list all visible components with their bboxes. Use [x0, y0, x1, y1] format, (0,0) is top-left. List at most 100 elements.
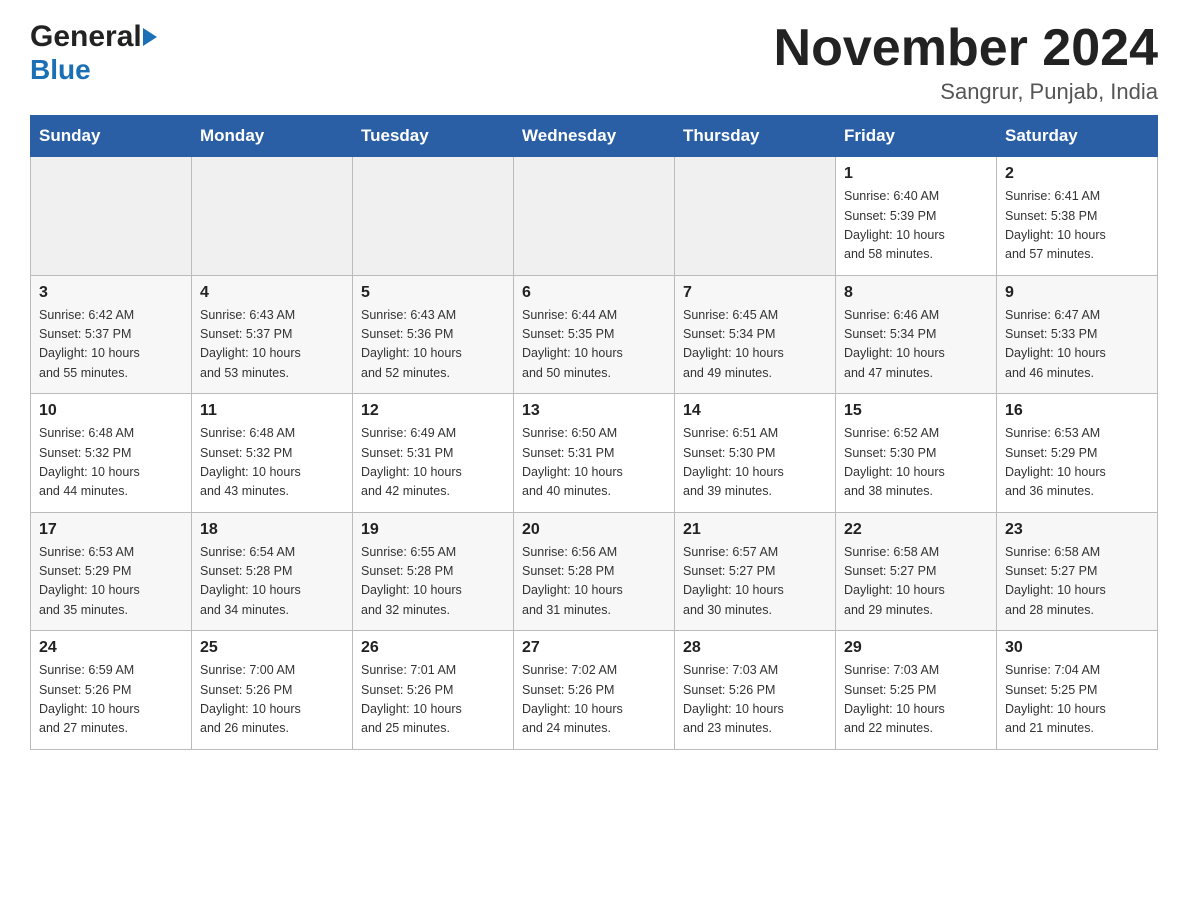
calendar-cell: 5Sunrise: 6:43 AM Sunset: 5:36 PM Daylig…: [353, 275, 514, 394]
day-number: 11: [200, 402, 344, 420]
day-info: Sunrise: 6:50 AM Sunset: 5:31 PM Dayligh…: [522, 424, 666, 502]
day-number: 21: [683, 521, 827, 539]
calendar-cell: 13 Sunrise: 6:50 AM Sunset: 5:31 PM Dayli…: [514, 394, 675, 513]
calendar-week-row: 10 Sunrise: 6:48 AM Sunset: 5:32 PM Dayli…: [31, 394, 1158, 513]
day-number: 25: [200, 639, 344, 657]
calendar-cell: 26 Sunrise: 7:01 AM Sunset: 5:26 PM Dayli…: [353, 631, 514, 750]
calendar-cell: 6 Sunrise: 6:44 AM Sunset: 5:35 PM Daylig…: [514, 275, 675, 394]
weekday-header-saturday: Saturday: [997, 116, 1158, 157]
day-info: Sunrise: 7:03 AM Sunset: 5:26 PM Dayligh…: [683, 661, 827, 739]
day-number: 9: [1005, 284, 1149, 302]
weekday-header-sunday: Sunday: [31, 116, 192, 157]
calendar-cell: 28 Sunrise: 7:03 AM Sunset: 5:26 PM Dayli…: [675, 631, 836, 750]
day-number: 28: [683, 639, 827, 657]
day-number: 12: [361, 402, 505, 420]
day-number: 3: [39, 284, 183, 302]
day-number: 17: [39, 521, 183, 539]
weekday-header-thursday: Thursday: [675, 116, 836, 157]
day-number: 22: [844, 521, 988, 539]
calendar-cell: 12 Sunrise: 6:49 AM Sunset: 5:31 PM Dayli…: [353, 394, 514, 513]
day-info: Sunrise: 6:56 AM Sunset: 5:28 PM Dayligh…: [522, 543, 666, 621]
calendar-cell: 11Sunrise: 6:48 AM Sunset: 5:32 PM Dayli…: [192, 394, 353, 513]
calendar-header: SundayMondayTuesdayWednesdayThursdayFrid…: [31, 116, 1158, 157]
day-number: 19: [361, 521, 505, 539]
calendar-cell: 3 Sunrise: 6:42 AM Sunset: 5:37 PM Daylig…: [31, 275, 192, 394]
calendar-cell: 17 Sunrise: 6:53 AM Sunset: 5:29 PM Dayli…: [31, 512, 192, 631]
calendar-cell: [31, 157, 192, 276]
calendar-body: 1Sunrise: 6:40 AM Sunset: 5:39 PM Daylig…: [31, 157, 1158, 750]
day-info: Sunrise: 6:58 AM Sunset: 5:27 PM Dayligh…: [1005, 543, 1149, 621]
day-info: Sunrise: 6:45 AM Sunset: 5:34 PM Dayligh…: [683, 306, 827, 384]
day-info: Sunrise: 6:49 AM Sunset: 5:31 PM Dayligh…: [361, 424, 505, 502]
calendar-cell: 2 Sunrise: 6:41 AM Sunset: 5:38 PM Daylig…: [997, 157, 1158, 276]
day-number: 4: [200, 284, 344, 302]
page-header: General Blue November 2024 Sangrur, Punj…: [30, 20, 1158, 105]
weekday-header-row: SundayMondayTuesdayWednesdayThursdayFrid…: [31, 116, 1158, 157]
calendar-cell: 18 Sunrise: 6:54 AM Sunset: 5:28 PM Dayli…: [192, 512, 353, 631]
calendar-cell: [514, 157, 675, 276]
day-info: Sunrise: 7:01 AM Sunset: 5:26 PM Dayligh…: [361, 661, 505, 739]
day-number: 30: [1005, 639, 1149, 657]
calendar-cell: [353, 157, 514, 276]
day-info: Sunrise: 6:53 AM Sunset: 5:29 PM Dayligh…: [39, 543, 183, 621]
day-info: Sunrise: 6:42 AM Sunset: 5:37 PM Dayligh…: [39, 306, 183, 384]
logo-triangle-icon: [143, 28, 157, 46]
day-number: 24: [39, 639, 183, 657]
calendar-cell: 9Sunrise: 6:47 AM Sunset: 5:33 PM Daylig…: [997, 275, 1158, 394]
day-info: Sunrise: 6:51 AM Sunset: 5:30 PM Dayligh…: [683, 424, 827, 502]
calendar-cell: 23Sunrise: 6:58 AM Sunset: 5:27 PM Dayli…: [997, 512, 1158, 631]
weekday-header-wednesday: Wednesday: [514, 116, 675, 157]
day-number: 7: [683, 284, 827, 302]
day-number: 26: [361, 639, 505, 657]
calendar-week-row: 24 Sunrise: 6:59 AM Sunset: 5:26 PM Dayli…: [31, 631, 1158, 750]
calendar-cell: 21Sunrise: 6:57 AM Sunset: 5:27 PM Dayli…: [675, 512, 836, 631]
day-info: Sunrise: 6:55 AM Sunset: 5:28 PM Dayligh…: [361, 543, 505, 621]
day-number: 2: [1005, 165, 1149, 183]
location-subtitle: Sangrur, Punjab, India: [774, 79, 1158, 105]
calendar-cell: 25 Sunrise: 7:00 AM Sunset: 5:26 PM Dayli…: [192, 631, 353, 750]
day-info: Sunrise: 6:58 AM Sunset: 5:27 PM Dayligh…: [844, 543, 988, 621]
day-info: Sunrise: 6:46 AM Sunset: 5:34 PM Dayligh…: [844, 306, 988, 384]
day-info: Sunrise: 7:02 AM Sunset: 5:26 PM Dayligh…: [522, 661, 666, 739]
calendar-cell: 19 Sunrise: 6:55 AM Sunset: 5:28 PM Dayli…: [353, 512, 514, 631]
calendar-cell: 24 Sunrise: 6:59 AM Sunset: 5:26 PM Dayli…: [31, 631, 192, 750]
calendar-cell: 10 Sunrise: 6:48 AM Sunset: 5:32 PM Dayli…: [31, 394, 192, 513]
day-info: Sunrise: 7:03 AM Sunset: 5:25 PM Dayligh…: [844, 661, 988, 739]
month-year-title: November 2024: [774, 20, 1158, 77]
day-info: Sunrise: 6:59 AM Sunset: 5:26 PM Dayligh…: [39, 661, 183, 739]
day-number: 14: [683, 402, 827, 420]
day-number: 6: [522, 284, 666, 302]
calendar-table: SundayMondayTuesdayWednesdayThursdayFrid…: [30, 115, 1158, 750]
day-info: Sunrise: 7:00 AM Sunset: 5:26 PM Dayligh…: [200, 661, 344, 739]
day-number: 15: [844, 402, 988, 420]
weekday-header-monday: Monday: [192, 116, 353, 157]
day-number: 10: [39, 402, 183, 420]
calendar-cell: 29Sunrise: 7:03 AM Sunset: 5:25 PM Dayli…: [836, 631, 997, 750]
logo: General Blue: [30, 20, 157, 86]
day-info: Sunrise: 6:44 AM Sunset: 5:35 PM Dayligh…: [522, 306, 666, 384]
day-info: Sunrise: 6:40 AM Sunset: 5:39 PM Dayligh…: [844, 187, 988, 265]
title-section: November 2024 Sangrur, Punjab, India: [774, 20, 1158, 105]
calendar-cell: 27 Sunrise: 7:02 AM Sunset: 5:26 PM Dayli…: [514, 631, 675, 750]
calendar-cell: [192, 157, 353, 276]
day-info: Sunrise: 7:04 AM Sunset: 5:25 PM Dayligh…: [1005, 661, 1149, 739]
calendar-cell: 15 Sunrise: 6:52 AM Sunset: 5:30 PM Dayli…: [836, 394, 997, 513]
day-info: Sunrise: 6:54 AM Sunset: 5:28 PM Dayligh…: [200, 543, 344, 621]
calendar-cell: 22 Sunrise: 6:58 AM Sunset: 5:27 PM Dayli…: [836, 512, 997, 631]
day-info: Sunrise: 6:53 AM Sunset: 5:29 PM Dayligh…: [1005, 424, 1149, 502]
weekday-header-tuesday: Tuesday: [353, 116, 514, 157]
calendar-cell: 1Sunrise: 6:40 AM Sunset: 5:39 PM Daylig…: [836, 157, 997, 276]
calendar-cell: 8Sunrise: 6:46 AM Sunset: 5:34 PM Daylig…: [836, 275, 997, 394]
day-info: Sunrise: 6:41 AM Sunset: 5:38 PM Dayligh…: [1005, 187, 1149, 265]
day-number: 27: [522, 639, 666, 657]
calendar-cell: 4Sunrise: 6:43 AM Sunset: 5:37 PM Daylig…: [192, 275, 353, 394]
calendar-week-row: 17 Sunrise: 6:53 AM Sunset: 5:29 PM Dayli…: [31, 512, 1158, 631]
day-info: Sunrise: 6:48 AM Sunset: 5:32 PM Dayligh…: [39, 424, 183, 502]
logo-general-text: General: [30, 20, 142, 54]
day-info: Sunrise: 6:52 AM Sunset: 5:30 PM Dayligh…: [844, 424, 988, 502]
calendar-week-row: 1Sunrise: 6:40 AM Sunset: 5:39 PM Daylig…: [31, 157, 1158, 276]
calendar-cell: 30 Sunrise: 7:04 AM Sunset: 5:25 PM Dayli…: [997, 631, 1158, 750]
day-number: 13: [522, 402, 666, 420]
day-number: 18: [200, 521, 344, 539]
day-info: Sunrise: 6:43 AM Sunset: 5:36 PM Dayligh…: [361, 306, 505, 384]
